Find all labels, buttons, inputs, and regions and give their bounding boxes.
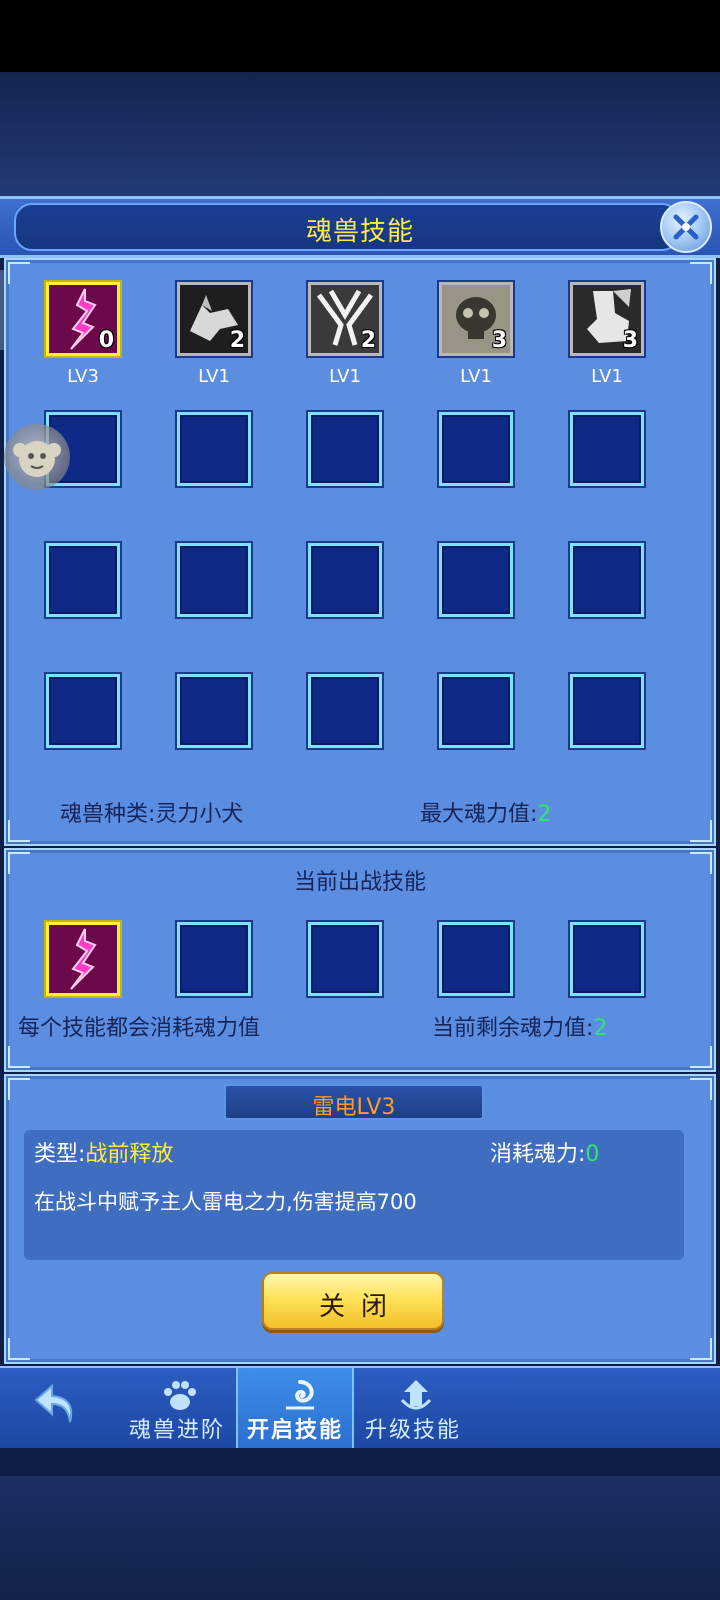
skill-slot-5[interactable]: 3: [570, 282, 644, 356]
empty-skill-slot[interactable]: [177, 674, 251, 748]
empty-skill-slot[interactable]: [308, 412, 382, 486]
species-info: 魂兽种类:灵力小犬: [60, 796, 243, 828]
battle-title: 当前出战技能: [293, 870, 426, 895]
skill-slot-2[interactable]: 2: [177, 282, 251, 356]
empty-skill-slot[interactable]: [570, 674, 644, 748]
tab-label: 升级技能: [364, 1418, 461, 1443]
tab-open-skills[interactable]: 开启技能: [236, 1368, 354, 1448]
skill-count: 2: [360, 328, 376, 353]
battle-slot-empty[interactable]: [177, 922, 251, 996]
close-button-label: 关闭: [318, 1292, 403, 1322]
remaining-power-info: 当前剩余魂力值:2: [432, 1010, 607, 1042]
empty-skill-slot[interactable]: [439, 412, 513, 486]
battle-slot-empty[interactable]: [439, 922, 513, 996]
skill-level-label: LV1: [591, 366, 623, 387]
tab-upgrade-skills[interactable]: 升级技能: [354, 1368, 472, 1448]
corner-ornament: [690, 1046, 712, 1068]
close-button[interactable]: 关闭: [262, 1272, 444, 1330]
skill-cost: 消耗魂力:0: [490, 1136, 599, 1168]
skill-type-value: 战前释放: [85, 1142, 174, 1167]
skill-type-label: 类型:: [34, 1142, 86, 1167]
close-icon[interactable]: [660, 201, 712, 253]
bottom-nav: 魂兽进阶 开启技能 升级技能: [0, 1366, 720, 1448]
species-label: 魂兽种类:: [60, 802, 156, 827]
max-power-label: 最大魂力值:: [420, 802, 538, 827]
background-bottom: [0, 1476, 720, 1600]
skill-cost-label: 消耗魂力:: [490, 1142, 586, 1167]
skill-slot-3[interactable]: 2: [308, 282, 382, 356]
tab-label: 开启技能: [246, 1418, 343, 1443]
page-title: 魂兽技能: [305, 217, 414, 247]
empty-skill-slot[interactable]: [177, 412, 251, 486]
monkey-face-icon: [13, 441, 61, 477]
species-value: 灵力小犬: [155, 802, 244, 827]
battle-slot-empty[interactable]: [308, 922, 382, 996]
tab-advance[interactable]: 魂兽进阶: [118, 1368, 236, 1448]
corner-ornament: [690, 262, 712, 284]
corner-ornament: [690, 1078, 712, 1100]
empty-skill-slot[interactable]: [308, 674, 382, 748]
title-bar: 魂兽技能: [0, 196, 720, 258]
skill-count: 0: [98, 328, 114, 353]
battle-slot-1[interactable]: [46, 922, 120, 996]
paw-icon: [164, 1381, 196, 1410]
max-power-info: 最大魂力值:2: [420, 796, 551, 828]
background-top: [0, 72, 720, 196]
skill-slot-1[interactable]: 0: [46, 282, 120, 356]
skill-cost-value: 0: [585, 1142, 600, 1167]
empty-skill-slot[interactable]: [570, 543, 644, 617]
skill-type: 类型:战前释放: [34, 1136, 173, 1168]
corner-ornament: [8, 1338, 30, 1360]
corner-ornament: [690, 820, 712, 842]
corner-ornament: [8, 820, 30, 842]
status-bar: [0, 0, 720, 72]
lightning-icon: [49, 925, 117, 993]
skill-slot-4[interactable]: 3: [439, 282, 513, 356]
empty-skill-slot[interactable]: [439, 543, 513, 617]
corner-ornament: [8, 1046, 30, 1068]
skill-name: 雷电LV3: [312, 1095, 396, 1120]
skill-count: 3: [622, 328, 638, 353]
skill-level-label: LV1: [460, 366, 492, 387]
remaining-power-label: 当前剩余魂力值:: [432, 1016, 594, 1041]
empty-skill-slot[interactable]: [177, 543, 251, 617]
empty-skill-slot[interactable]: [308, 543, 382, 617]
skill-count: 2: [229, 328, 245, 353]
corner-ornament: [8, 1078, 30, 1100]
skill-description: 在战斗中赋予主人雷电之力,伤害提高700: [34, 1190, 417, 1214]
max-power-value: 2: [537, 802, 552, 827]
battle-slot-empty[interactable]: [570, 922, 644, 996]
swirl-icon: [286, 1380, 314, 1410]
empty-skill-slot[interactable]: [46, 543, 120, 617]
floating-assistant-button[interactable]: [4, 424, 70, 490]
empty-skill-slot[interactable]: [439, 674, 513, 748]
corner-ornament: [8, 262, 30, 284]
corner-ornament: [690, 1338, 712, 1360]
back-arrow-icon[interactable]: [30, 1378, 86, 1434]
skill-level-label: LV1: [198, 366, 230, 387]
skill-count: 3: [491, 328, 507, 353]
skill-level-label: LV1: [329, 366, 361, 387]
empty-skill-slot[interactable]: [570, 412, 644, 486]
empty-skill-slot[interactable]: [46, 674, 120, 748]
skill-level-label: LV3: [67, 366, 99, 387]
remaining-power-value: 2: [593, 1016, 608, 1041]
skill-name-bar: 雷电LV3: [224, 1084, 484, 1120]
tab-label: 魂兽进阶: [128, 1418, 225, 1443]
upgrade-icon: [400, 1380, 432, 1410]
battle-note: 每个技能都会消耗魂力值: [18, 1016, 261, 1041]
